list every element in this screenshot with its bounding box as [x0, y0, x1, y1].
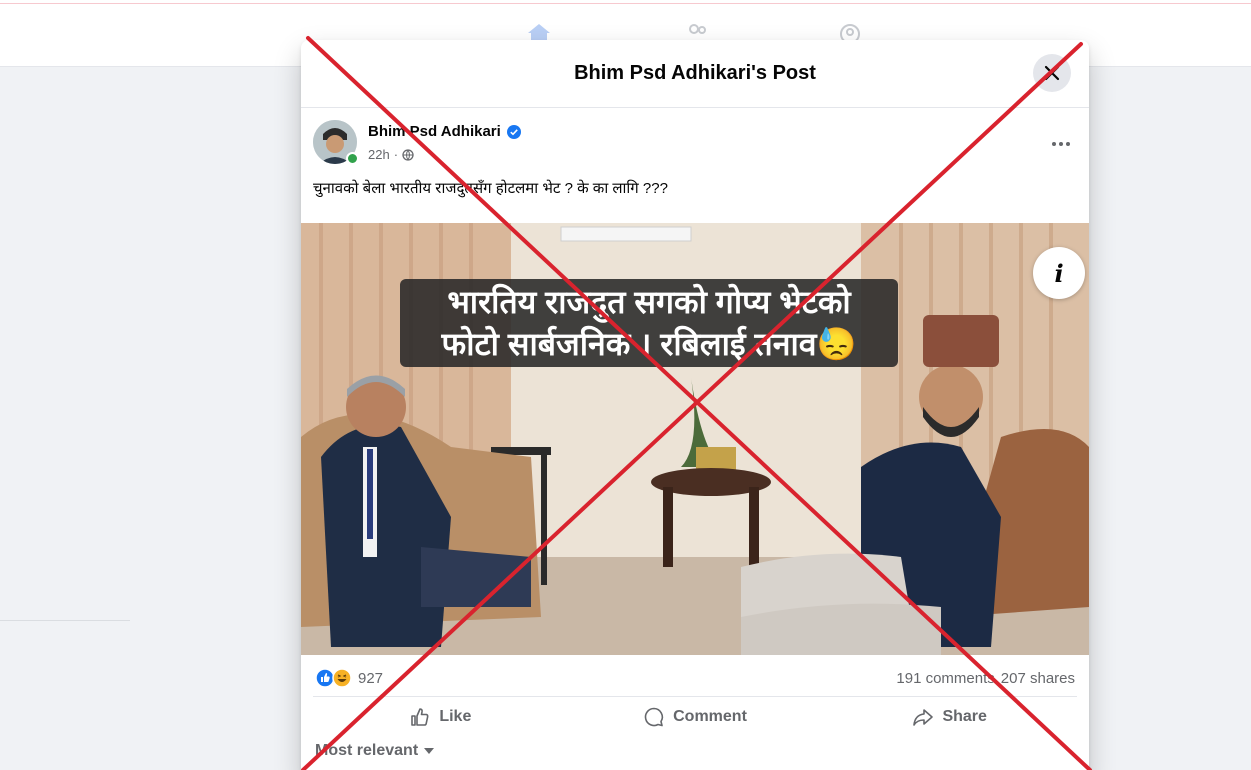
share-label: Share	[942, 707, 987, 725]
like-label: Like	[439, 707, 472, 725]
top-accent-line	[0, 3, 1251, 4]
close-button[interactable]	[1033, 54, 1071, 92]
globe-icon	[402, 148, 414, 161]
image-info-button[interactable]: i	[1033, 247, 1085, 299]
meta-separator: ·	[393, 147, 399, 162]
sort-label: Most relevant	[315, 742, 419, 759]
post-author[interactable]: Bhim Psd Adhikari	[368, 123, 521, 140]
modal-title: Bhim Psd Adhikari's Post	[574, 62, 816, 84]
share-button[interactable]: Share	[822, 697, 1077, 736]
post-meta: 22h ·	[368, 147, 414, 162]
comments-count[interactable]: 191 comments	[896, 670, 994, 687]
like-button[interactable]: Like	[313, 697, 568, 736]
post-stats: 927 191 comments 207 shares	[301, 660, 1089, 700]
post-image[interactable]: भारतिय राजदुत सगको गोप्य भेटको फोटो सार्…	[301, 217, 1089, 655]
reactions-summary[interactable]: 927	[315, 668, 383, 688]
image-top-border	[301, 217, 1089, 223]
image-caption-overlay: भारतिय राजदुत सगको गोप्य भेटको फोटो सार्…	[400, 279, 898, 367]
haha-reaction-icon	[332, 668, 352, 688]
comment-label: Comment	[673, 707, 747, 725]
post-actions: Like Comment Share	[313, 696, 1077, 736]
post-time[interactable]: 22h	[368, 147, 390, 162]
reaction-count[interactable]: 927	[358, 670, 383, 687]
like-icon	[411, 707, 429, 726]
modal-header: Bhim Psd Adhikari's Post	[301, 40, 1089, 108]
comment-icon	[644, 707, 664, 726]
caption-line-2: फोटो सार्बजनिक । रबिलाई तनाव😓	[441, 326, 857, 362]
close-icon	[1044, 65, 1060, 81]
verified-badge-icon	[506, 124, 521, 139]
engagement-counts: 191 comments 207 shares	[896, 670, 1075, 687]
info-icon: i	[1054, 258, 1064, 288]
caption-line-1: भारतिय राजदुत सगको गोप्य भेटको	[447, 284, 851, 320]
comment-button[interactable]: Comment	[568, 697, 823, 736]
author-name[interactable]: Bhim Psd Adhikari	[368, 123, 501, 140]
online-status-dot	[346, 152, 359, 165]
sidebar-divider	[0, 620, 130, 621]
more-options-button[interactable]	[1051, 130, 1071, 153]
share-icon	[913, 708, 934, 726]
chevron-down-icon	[424, 748, 435, 754]
more-dots-icon	[1052, 142, 1070, 146]
shares-count[interactable]: 207 shares	[1001, 670, 1075, 687]
post-text: चुनावको बेला भारतीय राजदुतसँग होटलमा भेट…	[313, 180, 668, 197]
post-modal: Bhim Psd Adhikari's Post Bhim Psd Adhika…	[301, 40, 1089, 770]
post-header: Bhim Psd Adhikari 22h ·	[301, 108, 1089, 172]
comments-sort-dropdown[interactable]: Most relevant	[315, 742, 435, 760]
